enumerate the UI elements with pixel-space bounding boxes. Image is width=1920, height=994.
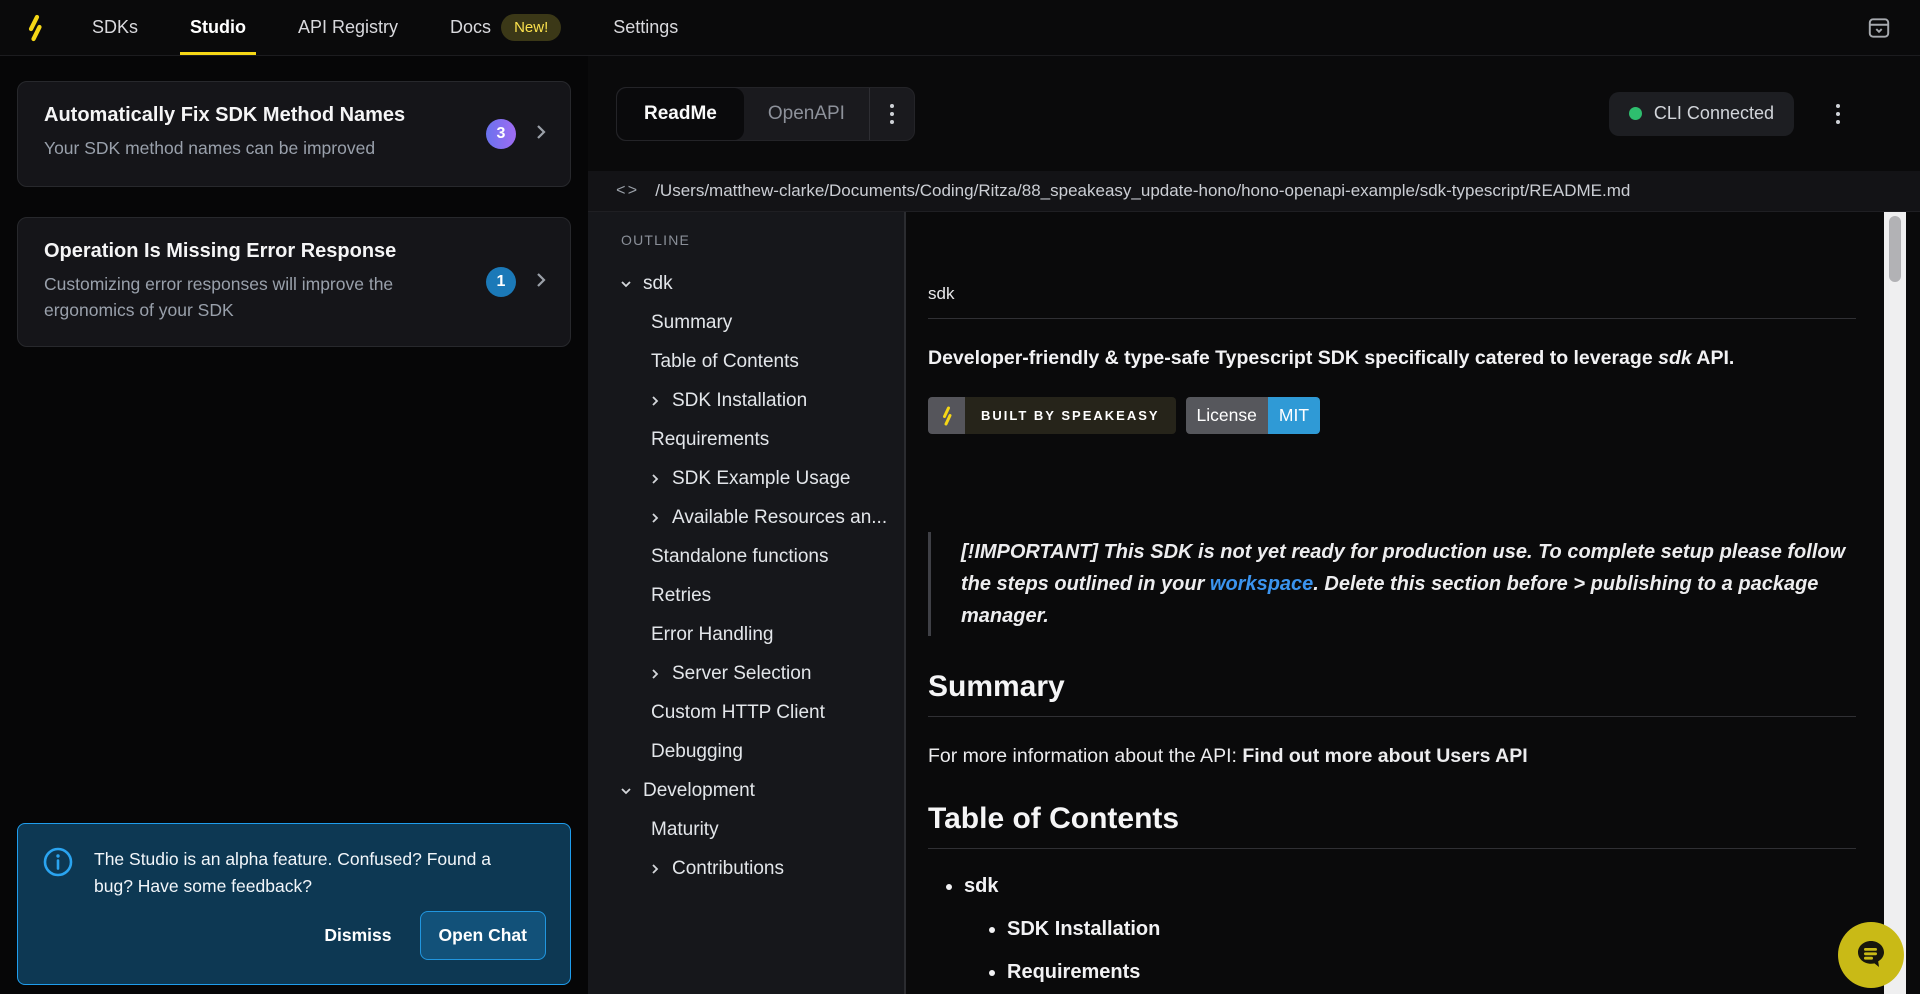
suggestion-subtitle: Customizing error responses will improve… <box>44 271 450 323</box>
toc-heading: Table of Contents <box>928 802 1856 836</box>
content-scrollbar[interactable] <box>1884 212 1906 994</box>
main-area: ReadMe OpenAPI CLI Connected <> /Users/m… <box>588 56 1920 994</box>
suggestion-card-error-response[interactable]: Operation Is Missing Error Response Cust… <box>17 217 571 347</box>
view-tab-group: ReadMe OpenAPI <box>616 87 915 141</box>
nav-label: SDKs <box>92 17 138 38</box>
count-badge: 3 <box>486 119 516 149</box>
file-path-bar: <> /Users/matthew-clarke/Documents/Codin… <box>588 171 1920 212</box>
cli-status-badge: CLI Connected <box>1609 92 1794 136</box>
suggestion-title: Automatically Fix SDK Method Names <box>44 104 450 127</box>
new-badge: New! <box>501 14 561 41</box>
readme-h1: sdk <box>928 284 1856 304</box>
chevron-right-icon <box>647 666 663 682</box>
suggestion-subtitle: Your SDK method names can be improved <box>44 135 450 161</box>
toc-item-sdk-installation: SDK Installation <box>1007 918 1856 941</box>
outline-panel: OUTLINE sdk Summary Table of Contents <box>588 212 906 994</box>
outline-item-standalone-functions[interactable]: Standalone functions <box>588 537 904 576</box>
readme-intro: Developer-friendly & type-safe Typescrip… <box>928 347 1856 370</box>
outline-item-contributions[interactable]: Contributions <box>588 849 904 888</box>
outline-item-development[interactable]: Development <box>588 771 904 810</box>
outline-item-sdk-example-usage[interactable]: SDK Example Usage <box>588 459 904 498</box>
outline-item-requirements[interactable]: Requirements <box>588 420 904 459</box>
chevron-right-icon <box>647 393 663 409</box>
divider <box>928 848 1856 849</box>
nav-item-api-registry[interactable]: API Registry <box>276 0 420 55</box>
chevron-down-icon <box>618 783 634 799</box>
outline-item-sdk-installation[interactable]: SDK Installation <box>588 381 904 420</box>
tab-kebab-menu-icon[interactable] <box>870 88 914 140</box>
toc-item-sdk: sdk SDK Installation Requirements <box>964 875 1856 984</box>
nav-label: Docs <box>450 17 491 38</box>
nav-item-studio[interactable]: Studio <box>168 0 268 55</box>
chat-bubble-icon <box>1853 936 1889 975</box>
outline-item-sdk[interactable]: sdk <box>588 264 904 303</box>
outline-item-maturity[interactable]: Maturity <box>588 810 904 849</box>
license-badge: License MIT <box>1186 397 1320 434</box>
status-dot-icon <box>1629 107 1642 120</box>
suggestions-panel: Automatically Fix SDK Method Names Your … <box>0 56 588 994</box>
file-path: /Users/matthew-clarke/Documents/Coding/R… <box>655 181 1630 201</box>
suggestion-title: Operation Is Missing Error Response <box>44 240 450 263</box>
built-by-label: BUILT BY SPEAKEASY <box>965 397 1176 434</box>
readme-preview: sdk Developer-friendly & type-safe Types… <box>906 212 1920 994</box>
count-badge: 1 <box>486 267 516 297</box>
nav-item-sdks[interactable]: SDKs <box>70 0 160 55</box>
toc-list: sdk SDK Installation Requirements <box>928 875 1856 984</box>
readme-toolbar: ReadMe OpenAPI CLI Connected <box>588 56 1920 171</box>
chevron-down-icon <box>618 276 634 292</box>
suggestion-card-method-names[interactable]: Automatically Fix SDK Method Names Your … <box>17 81 571 187</box>
speakeasy-studio-app: SDKs Studio API Registry Docs New! Setti… <box>0 0 1920 994</box>
nav-item-settings[interactable]: Settings <box>591 0 700 55</box>
chevron-right-icon <box>532 271 550 294</box>
chevron-right-icon <box>647 510 663 526</box>
scrollbar-thumb[interactable] <box>1889 216 1901 282</box>
open-chat-button[interactable]: Open Chat <box>420 911 546 960</box>
alpha-feature-alert: The Studio is an alpha feature. Confused… <box>17 823 571 985</box>
nav-item-docs[interactable]: Docs New! <box>428 0 583 55</box>
license-label: License <box>1186 397 1268 434</box>
alert-text: The Studio is an alpha feature. Confused… <box>94 846 534 900</box>
outline-item-table-of-contents[interactable]: Table of Contents <box>588 342 904 381</box>
info-icon <box>42 846 74 900</box>
nav-label: Settings <box>613 17 678 38</box>
built-by-speakeasy-badge: BUILT BY SPEAKEASY <box>928 397 1176 434</box>
toc-item-requirements: Requirements <box>1007 961 1856 984</box>
workspace-link[interactable]: workspace <box>1210 573 1313 595</box>
cli-status-label: CLI Connected <box>1654 103 1774 124</box>
outline-item-available-resources[interactable]: Available Resources an... <box>588 498 904 537</box>
summary-heading: Summary <box>928 670 1856 704</box>
top-navbar: SDKs Studio API Registry Docs New! Setti… <box>0 0 1920 56</box>
outline-item-debugging[interactable]: Debugging <box>588 732 904 771</box>
dismiss-button[interactable]: Dismiss <box>324 925 391 946</box>
badge-row: BUILT BY SPEAKEASY License MIT <box>928 397 1856 434</box>
important-note: [!IMPORTANT] This SDK is not yet ready f… <box>928 532 1856 636</box>
code-icon: <> <box>616 182 639 200</box>
chevron-right-icon <box>532 123 550 146</box>
outline-item-summary[interactable]: Summary <box>588 303 904 342</box>
toolbar-kebab-menu-icon[interactable] <box>1816 104 1860 124</box>
tab-openapi[interactable]: OpenAPI <box>744 88 869 140</box>
divider <box>928 716 1856 717</box>
chevron-right-icon <box>647 861 663 877</box>
chat-button[interactable] <box>1838 922 1904 988</box>
nav-label: API Registry <box>298 17 398 38</box>
speakeasy-logo-icon[interactable] <box>0 14 70 42</box>
chevron-right-icon <box>647 471 663 487</box>
outline-item-error-handling[interactable]: Error Handling <box>588 615 904 654</box>
main-nav: SDKs Studio API Registry Docs New! Setti… <box>70 0 700 55</box>
nav-label: Studio <box>190 17 246 38</box>
summary-paragraph: For more information about the API: Find… <box>928 745 1856 768</box>
outline-item-custom-http-client[interactable]: Custom HTTP Client <box>588 693 904 732</box>
outline-title: OUTLINE <box>588 232 904 248</box>
outline-item-retries[interactable]: Retries <box>588 576 904 615</box>
speakeasy-bolt-icon <box>928 397 965 434</box>
panel-dropdown-icon[interactable] <box>1860 9 1898 47</box>
tab-readme[interactable]: ReadMe <box>617 88 744 140</box>
license-value: MIT <box>1268 397 1320 434</box>
divider <box>928 318 1856 319</box>
active-tab-underline <box>180 52 256 55</box>
outline-item-server-selection[interactable]: Server Selection <box>588 654 904 693</box>
